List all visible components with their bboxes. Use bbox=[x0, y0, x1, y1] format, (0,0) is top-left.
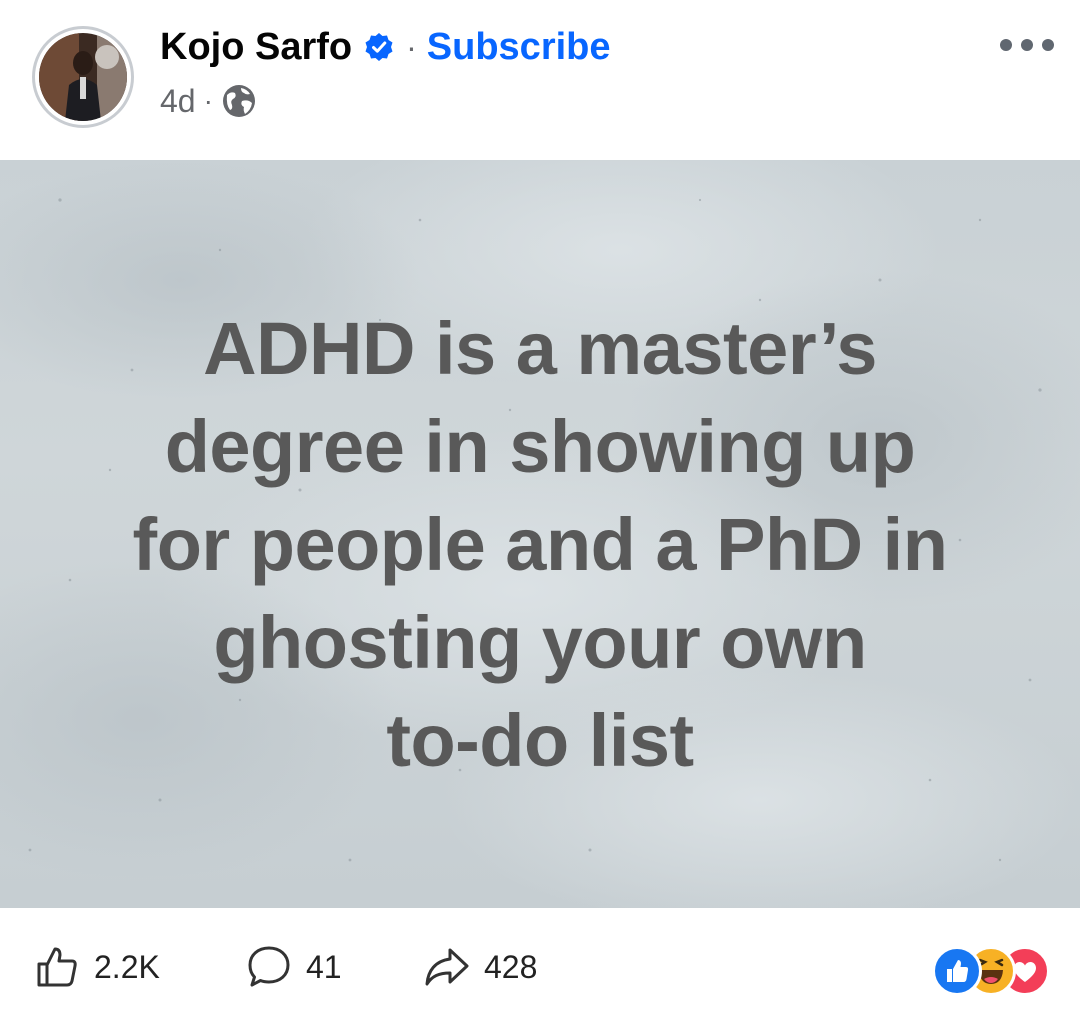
like-count: 2.2K bbox=[94, 948, 160, 985]
avatar-photo bbox=[39, 33, 127, 121]
meta-separator: · bbox=[203, 85, 213, 116]
quote-line: to-do list bbox=[386, 699, 694, 782]
like-button[interactable]: 2.2K bbox=[34, 942, 160, 992]
post-timestamp[interactable]: 4d bbox=[160, 83, 196, 120]
more-options-icon[interactable] bbox=[1000, 30, 1054, 60]
post-header: Kojo Sarfo · Subscribe 4d · bbox=[0, 0, 1080, 160]
more-dot bbox=[1000, 39, 1012, 51]
quote-line: degree in showing up bbox=[164, 405, 916, 488]
post-image[interactable]: ADHD is a master’s degree in showing up … bbox=[0, 160, 1080, 908]
quote-line: for people and a PhD in bbox=[132, 503, 948, 586]
like-reaction-icon bbox=[932, 946, 982, 996]
comment-count: 41 bbox=[306, 948, 342, 985]
share-icon bbox=[424, 944, 470, 990]
comment-icon bbox=[246, 944, 292, 990]
globe-icon bbox=[221, 83, 257, 119]
author-name[interactable]: Kojo Sarfo bbox=[160, 26, 352, 69]
quote-line: ghosting your own bbox=[213, 601, 867, 684]
quote-line: ADHD is a master’s bbox=[203, 307, 877, 390]
post-meta-row: 4d · bbox=[160, 80, 257, 122]
comment-button[interactable]: 41 bbox=[246, 942, 342, 992]
reactions-summary[interactable] bbox=[932, 946, 1050, 996]
like-icon bbox=[34, 944, 80, 990]
verified-badge-icon bbox=[364, 32, 394, 62]
subscribe-button[interactable]: Subscribe bbox=[427, 26, 611, 69]
share-count: 428 bbox=[484, 948, 538, 985]
post-footer: 2.2K 41 428 bbox=[0, 908, 1080, 1020]
share-button[interactable]: 428 bbox=[424, 942, 537, 992]
author-name-row: Kojo Sarfo · Subscribe bbox=[160, 22, 611, 72]
post-card: Kojo Sarfo · Subscribe 4d · ADHD is a ma… bbox=[0, 0, 1080, 1020]
post-quote-text: ADHD is a master’s degree in showing up … bbox=[40, 300, 1040, 790]
header-separator: · bbox=[406, 28, 417, 65]
more-dot bbox=[1042, 39, 1054, 51]
author-avatar[interactable] bbox=[32, 26, 134, 128]
more-dot bbox=[1021, 39, 1033, 51]
